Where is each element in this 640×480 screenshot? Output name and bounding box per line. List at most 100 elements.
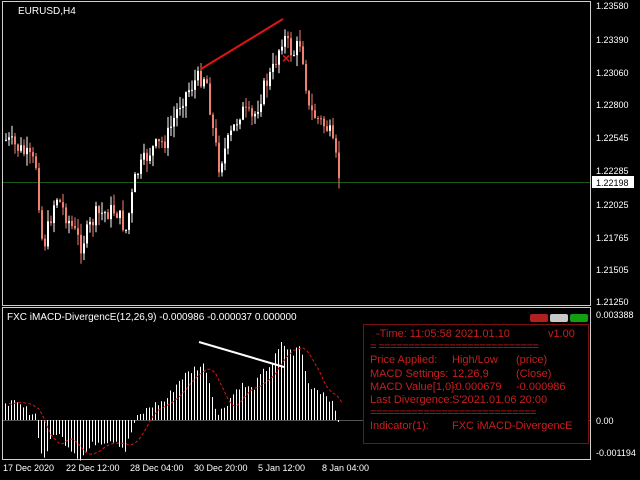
price-tick: 1.23390	[596, 35, 629, 45]
candle-body	[152, 146, 154, 156]
candle-body	[131, 192, 133, 214]
candle-body	[89, 221, 91, 225]
symbol-title: EURUSD,H4	[18, 6, 76, 17]
panel-button-red[interactable]	[530, 314, 548, 322]
candle-body	[203, 79, 205, 87]
current-price-label: 1.22198	[596, 178, 629, 188]
candle-body	[305, 64, 307, 91]
macd-histogram	[5, 341, 339, 461]
candle-body	[272, 63, 274, 72]
indicator-title: FXC iMACD-DivergencE(12,26,9) -0.000986 …	[7, 312, 297, 323]
candle-body	[200, 70, 202, 87]
candle-body	[326, 126, 328, 131]
candle-body	[35, 156, 37, 169]
info-macd-row: MACD Settings: 12,26,9 (Close)	[370, 368, 582, 381]
info-value-1: -0.000679	[452, 380, 502, 393]
divergence-marker: ×	[282, 50, 290, 66]
info-value-key: MACD Value[1,0]:	[370, 380, 458, 393]
info-indicator-value: FXC iMACD-DivergencE	[452, 420, 573, 433]
info-price-row: Price Applied: High/Low (price)	[370, 354, 582, 367]
candle-body	[284, 36, 286, 47]
info-price-source: (price)	[516, 354, 548, 367]
candle-body	[56, 199, 58, 206]
info-value-0: -0.000986	[516, 380, 566, 393]
candle-body	[47, 221, 49, 247]
candle-body	[254, 113, 256, 117]
info-value-row: MACD Value[1,0]: -0.000679 -0.000986	[370, 381, 582, 394]
candle-body	[311, 105, 313, 111]
candle-body	[251, 108, 253, 117]
info-separator: ============================	[370, 407, 536, 420]
candle-body	[263, 80, 265, 105]
candle-body	[164, 141, 166, 148]
candle-body	[134, 173, 136, 193]
candle-body	[245, 106, 247, 108]
price-divergence-line	[200, 18, 284, 70]
price-tick: 1.22285	[596, 166, 629, 176]
candle-body	[302, 46, 304, 65]
info-divergence-key: Last Divergence:	[370, 394, 453, 407]
candle-body	[215, 128, 217, 143]
candle-body	[299, 41, 301, 47]
candle-body	[242, 106, 244, 120]
candle-body	[68, 220, 70, 224]
candle-body	[230, 130, 232, 136]
panel-button-green[interactable]	[570, 314, 588, 322]
info-price-value: High/Low	[452, 354, 498, 367]
price-tick: 1.22545	[596, 133, 629, 143]
candle-body	[11, 136, 13, 138]
candle-body	[248, 107, 250, 109]
candle-body	[77, 228, 79, 235]
candle-body	[110, 205, 112, 220]
price-axis: 1.23580 1.23390 1.23060 1.22800 1.22545 …	[592, 1, 634, 307]
price-tick: 1.23060	[596, 68, 629, 78]
candle-body	[335, 138, 337, 153]
indicator-axis: 0.003388 0.00 -0.001194	[596, 310, 636, 458]
candle-body	[218, 142, 220, 173]
indicator-tick: -0.001194	[596, 448, 636, 458]
time-tick: 30 Dec 20:00	[194, 463, 248, 473]
panel-button-white[interactable]	[550, 314, 568, 322]
candle-body	[143, 152, 145, 160]
candle-body	[23, 145, 25, 155]
time-axis: 17 Dec 2020 22 Dec 12:00 28 Dec 04:00 30…	[3, 463, 369, 473]
candle-body	[32, 152, 34, 157]
candle-body	[80, 234, 82, 254]
candle-body	[257, 111, 259, 114]
candle-body	[95, 206, 97, 226]
candle-body	[65, 207, 67, 224]
candle-body	[128, 213, 130, 230]
candle-body	[320, 118, 322, 120]
candle-body	[269, 71, 271, 87]
candle-body	[20, 145, 22, 151]
candle-body	[140, 159, 142, 174]
candle-body	[191, 89, 193, 91]
time-tick: 17 Dec 2020	[3, 463, 54, 473]
candle-body	[155, 139, 157, 147]
candle-body	[86, 224, 88, 244]
candle-body	[101, 212, 103, 214]
candle-body	[116, 213, 118, 218]
macd-signal-line	[8, 347, 343, 455]
candle-body	[317, 118, 319, 120]
candle-body	[5, 139, 7, 141]
candle-body	[329, 125, 331, 131]
price-tick: 1.21765	[596, 233, 629, 243]
candle-body	[227, 135, 229, 149]
info-divergence-value: S'2021.01.06 20:00	[452, 394, 548, 407]
candle-body	[290, 38, 292, 56]
candle-body	[44, 238, 46, 247]
candle-body	[53, 205, 55, 224]
time-tick: 8 Jan 04:00	[322, 463, 369, 473]
info-macd-value: 12,26,9	[452, 367, 489, 380]
candle-body	[26, 147, 28, 155]
candle-body	[92, 221, 94, 226]
info-time: -Time: 11:05:58 2021.01.10	[376, 328, 510, 340]
candle-body	[50, 221, 52, 224]
price-tick: 1.22800	[596, 100, 629, 110]
candle-body	[332, 125, 334, 139]
candle-body	[338, 152, 340, 179]
candle-body	[62, 202, 64, 208]
time-tick: 5 Jan 12:00	[258, 463, 305, 473]
candle-body	[104, 212, 106, 214]
